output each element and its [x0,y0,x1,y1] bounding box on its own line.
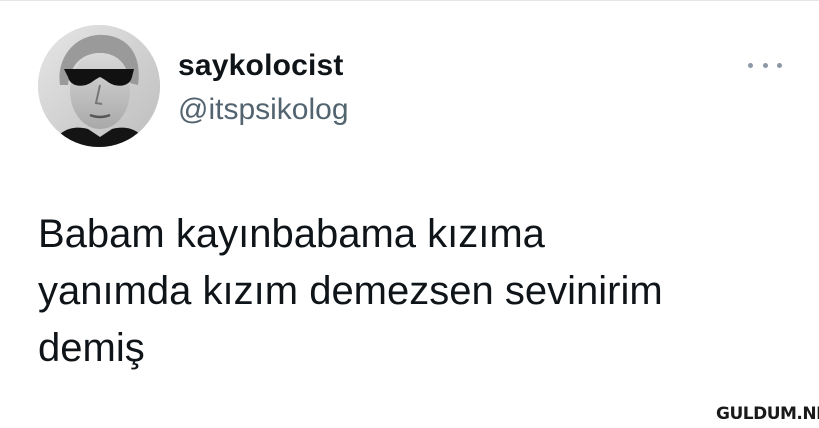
tweet-text: Babam kayınbabama kızıma yanımda kızım d… [38,212,663,370]
avatar-photo [38,25,160,147]
author-display-name[interactable]: saykolocist [178,49,344,83]
top-divider [0,0,819,1]
more-horizontal-icon [762,62,768,68]
more-horizontal-icon [748,62,753,68]
watermark: GULDUM.NET [716,404,819,424]
more-horizontal-icon [777,62,782,68]
more-options-button[interactable] [748,55,782,75]
avatar[interactable] [38,25,160,147]
author-handle[interactable]: @itspsikolog [178,93,349,127]
